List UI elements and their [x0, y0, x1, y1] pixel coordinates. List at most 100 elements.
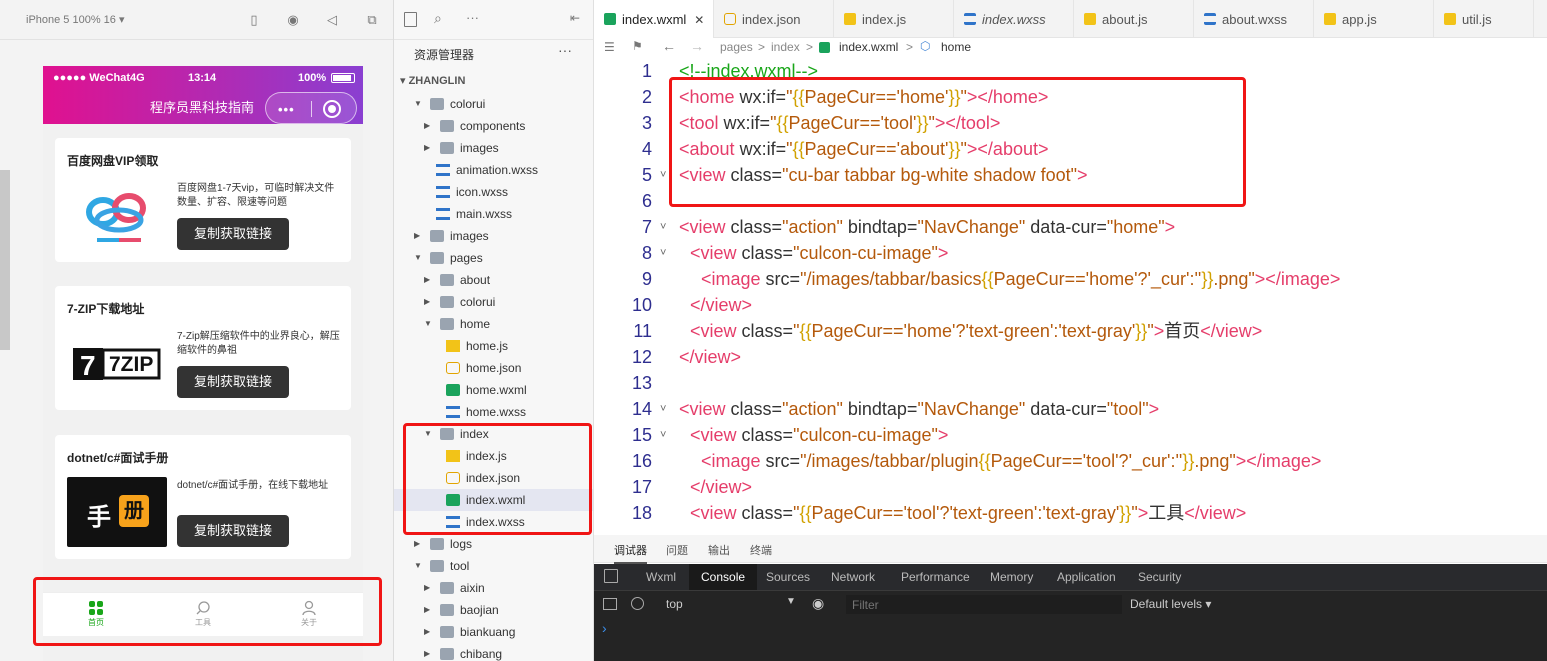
editor-tab[interactable]: index.wxml ✕ [594, 0, 714, 38]
tree-item[interactable]: ▼ colorui [394, 93, 593, 115]
volume-icon[interactable]: ◁ [324, 12, 340, 28]
console-output[interactable]: › [594, 618, 1547, 661]
tree-item[interactable]: ▼ tool [394, 555, 593, 577]
record-icon[interactable]: ◉ [285, 12, 301, 28]
editor-tab[interactable]: about.js [1074, 0, 1194, 38]
explorer-more-icon[interactable]: ··· [558, 42, 572, 58]
card-title: 7-ZIP下载地址 [67, 302, 145, 316]
chevron-down-icon[interactable]: ▼ [414, 555, 422, 577]
back-icon[interactable]: ← [662, 38, 676, 54]
tree-item[interactable]: animation.wxss [394, 159, 593, 181]
workspace-root[interactable]: ▾ ZHANGLIN [400, 74, 465, 87]
chevron-down-icon[interactable]: ▼ [424, 313, 432, 335]
devtools-tab[interactable]: Wxml [634, 564, 688, 590]
chevron-right-icon[interactable]: ▶ [424, 621, 430, 643]
copy-link-button[interactable]: 复制获取链接 [177, 218, 289, 250]
chevron-right-icon[interactable]: ▶ [414, 533, 420, 555]
tab-output[interactable]: 输出 [708, 542, 730, 558]
tree-item[interactable]: ▼ pages [394, 247, 593, 269]
chevron-down-icon[interactable]: ▼ [414, 247, 422, 269]
breadcrumb-item[interactable]: index.wxml [839, 40, 898, 54]
chevron-right-icon[interactable]: ▶ [424, 599, 430, 621]
collapse-panel-icon[interactable]: ⇤ [570, 11, 580, 25]
tab-terminal[interactable]: 终端 [750, 542, 772, 558]
devtools-tab[interactable]: Console [689, 564, 758, 590]
tree-item[interactable]: home.wxml [394, 379, 593, 401]
tree-item[interactable]: icon.wxss [394, 181, 593, 203]
tree-item[interactable]: main.wxss [394, 203, 593, 225]
tab-problems[interactable]: 问题 [666, 542, 688, 558]
fold-chevron-icon[interactable]: ˅ [660, 214, 666, 240]
tree-item[interactable]: ▶ biankuang [394, 621, 593, 643]
fold-chevron-icon[interactable]: ˅ [660, 422, 666, 448]
tree-item[interactable]: ▶ colorui [394, 291, 593, 313]
editor-tab[interactable]: app.js [1314, 0, 1434, 38]
chevron-right-icon[interactable]: ▶ [414, 225, 420, 247]
chevron-down-icon[interactable]: ▼ [414, 93, 422, 115]
fold-chevron-icon[interactable]: ˅ [660, 240, 666, 266]
breadcrumb-item[interactable]: index [771, 40, 800, 54]
tree-item[interactable]: home.js [394, 335, 593, 357]
tree-item[interactable]: ▶ baojian [394, 599, 593, 621]
search-icon[interactable]: ⌕ [434, 10, 442, 27]
devtools-tab[interactable]: Application [1045, 564, 1128, 590]
devtools-tab[interactable]: Memory [978, 564, 1045, 590]
chevron-right-icon[interactable]: ▶ [424, 643, 430, 661]
forward-icon[interactable]: → [690, 38, 704, 54]
fold-chevron-icon[interactable]: ˅ [660, 162, 666, 188]
tree-item-label: tool [450, 559, 470, 573]
device-selector[interactable]: iPhone 5 100% 16 ▾ [26, 13, 124, 26]
chevron-right-icon[interactable]: ▶ [424, 115, 430, 137]
editor-tab[interactable]: index.js [834, 0, 954, 38]
devtools-tab[interactable]: Security [1126, 564, 1193, 590]
chevron-down-icon[interactable]: ▼ [786, 596, 796, 607]
bookmark-icon[interactable]: ⚑ [632, 39, 643, 53]
chevron-right-icon[interactable]: ▶ [424, 577, 430, 599]
inspect-icon[interactable] [604, 569, 618, 583]
tree-item[interactable]: ▶ chibang [394, 643, 593, 661]
phone-icon[interactable]: ▯ [246, 12, 262, 28]
chevron-right-icon[interactable]: ▶ [424, 269, 430, 291]
close-icon[interactable]: ✕ [694, 13, 704, 27]
editor-tab[interactable]: about.wxss [1194, 0, 1314, 38]
tree-item[interactable]: ▶ logs [394, 533, 593, 555]
close-mini-app-icon[interactable] [323, 100, 341, 118]
editor-tab[interactable]: util.js [1434, 0, 1534, 38]
breadcrumb-item[interactable]: pages [720, 40, 753, 54]
tree-item[interactable]: ▶ about [394, 269, 593, 291]
code-token: {{ [981, 269, 994, 289]
more-icon[interactable]: ··· [466, 10, 479, 25]
tree-item[interactable]: home.json [394, 357, 593, 379]
copy-link-button[interactable]: 复制获取链接 [177, 366, 289, 398]
breadcrumb-item[interactable]: home [941, 40, 971, 54]
tab-debugger[interactable]: 调试器 [614, 542, 647, 564]
clear-console-icon[interactable] [631, 597, 644, 610]
editor-tab[interactable]: index.json [714, 0, 834, 38]
tree-item[interactable]: ▼ home [394, 313, 593, 335]
chevron-right-icon[interactable]: ▶ [424, 137, 430, 159]
more-icon[interactable]: ••• [278, 102, 295, 117]
eye-icon[interactable]: ◉ [812, 595, 824, 612]
sidebar-toggle-icon[interactable] [603, 598, 617, 610]
editor-tab[interactable]: index.wxss [954, 0, 1074, 38]
tree-item[interactable]: ▶ images [394, 137, 593, 159]
tree-item[interactable]: ▶ aixin [394, 577, 593, 599]
popout-icon[interactable]: ⧉ [364, 12, 380, 28]
devtools-tab[interactable]: Sources [754, 564, 822, 590]
chevron-right-icon[interactable]: ▶ [424, 291, 430, 313]
devtools-tab[interactable]: Network [819, 564, 887, 590]
time: 13:14 [188, 72, 217, 84]
list-icon[interactable]: ☰ [604, 40, 615, 54]
console-filter[interactable] [846, 595, 1122, 614]
copy-link-button[interactable]: 复制获取链接 [177, 515, 289, 547]
files-icon[interactable] [404, 12, 417, 27]
tree-item[interactable]: home.wxss [394, 401, 593, 423]
devtools-tab[interactable]: Performance [889, 564, 982, 590]
capsule-button[interactable]: ••• [265, 92, 357, 124]
log-levels-select[interactable]: Default levels ▾ [1130, 597, 1211, 611]
scrollbar[interactable] [0, 170, 10, 350]
context-select[interactable]: top [666, 597, 683, 611]
fold-chevron-icon[interactable]: ˅ [660, 396, 666, 422]
tree-item[interactable]: ▶ images [394, 225, 593, 247]
tree-item[interactable]: ▶ components [394, 115, 593, 137]
